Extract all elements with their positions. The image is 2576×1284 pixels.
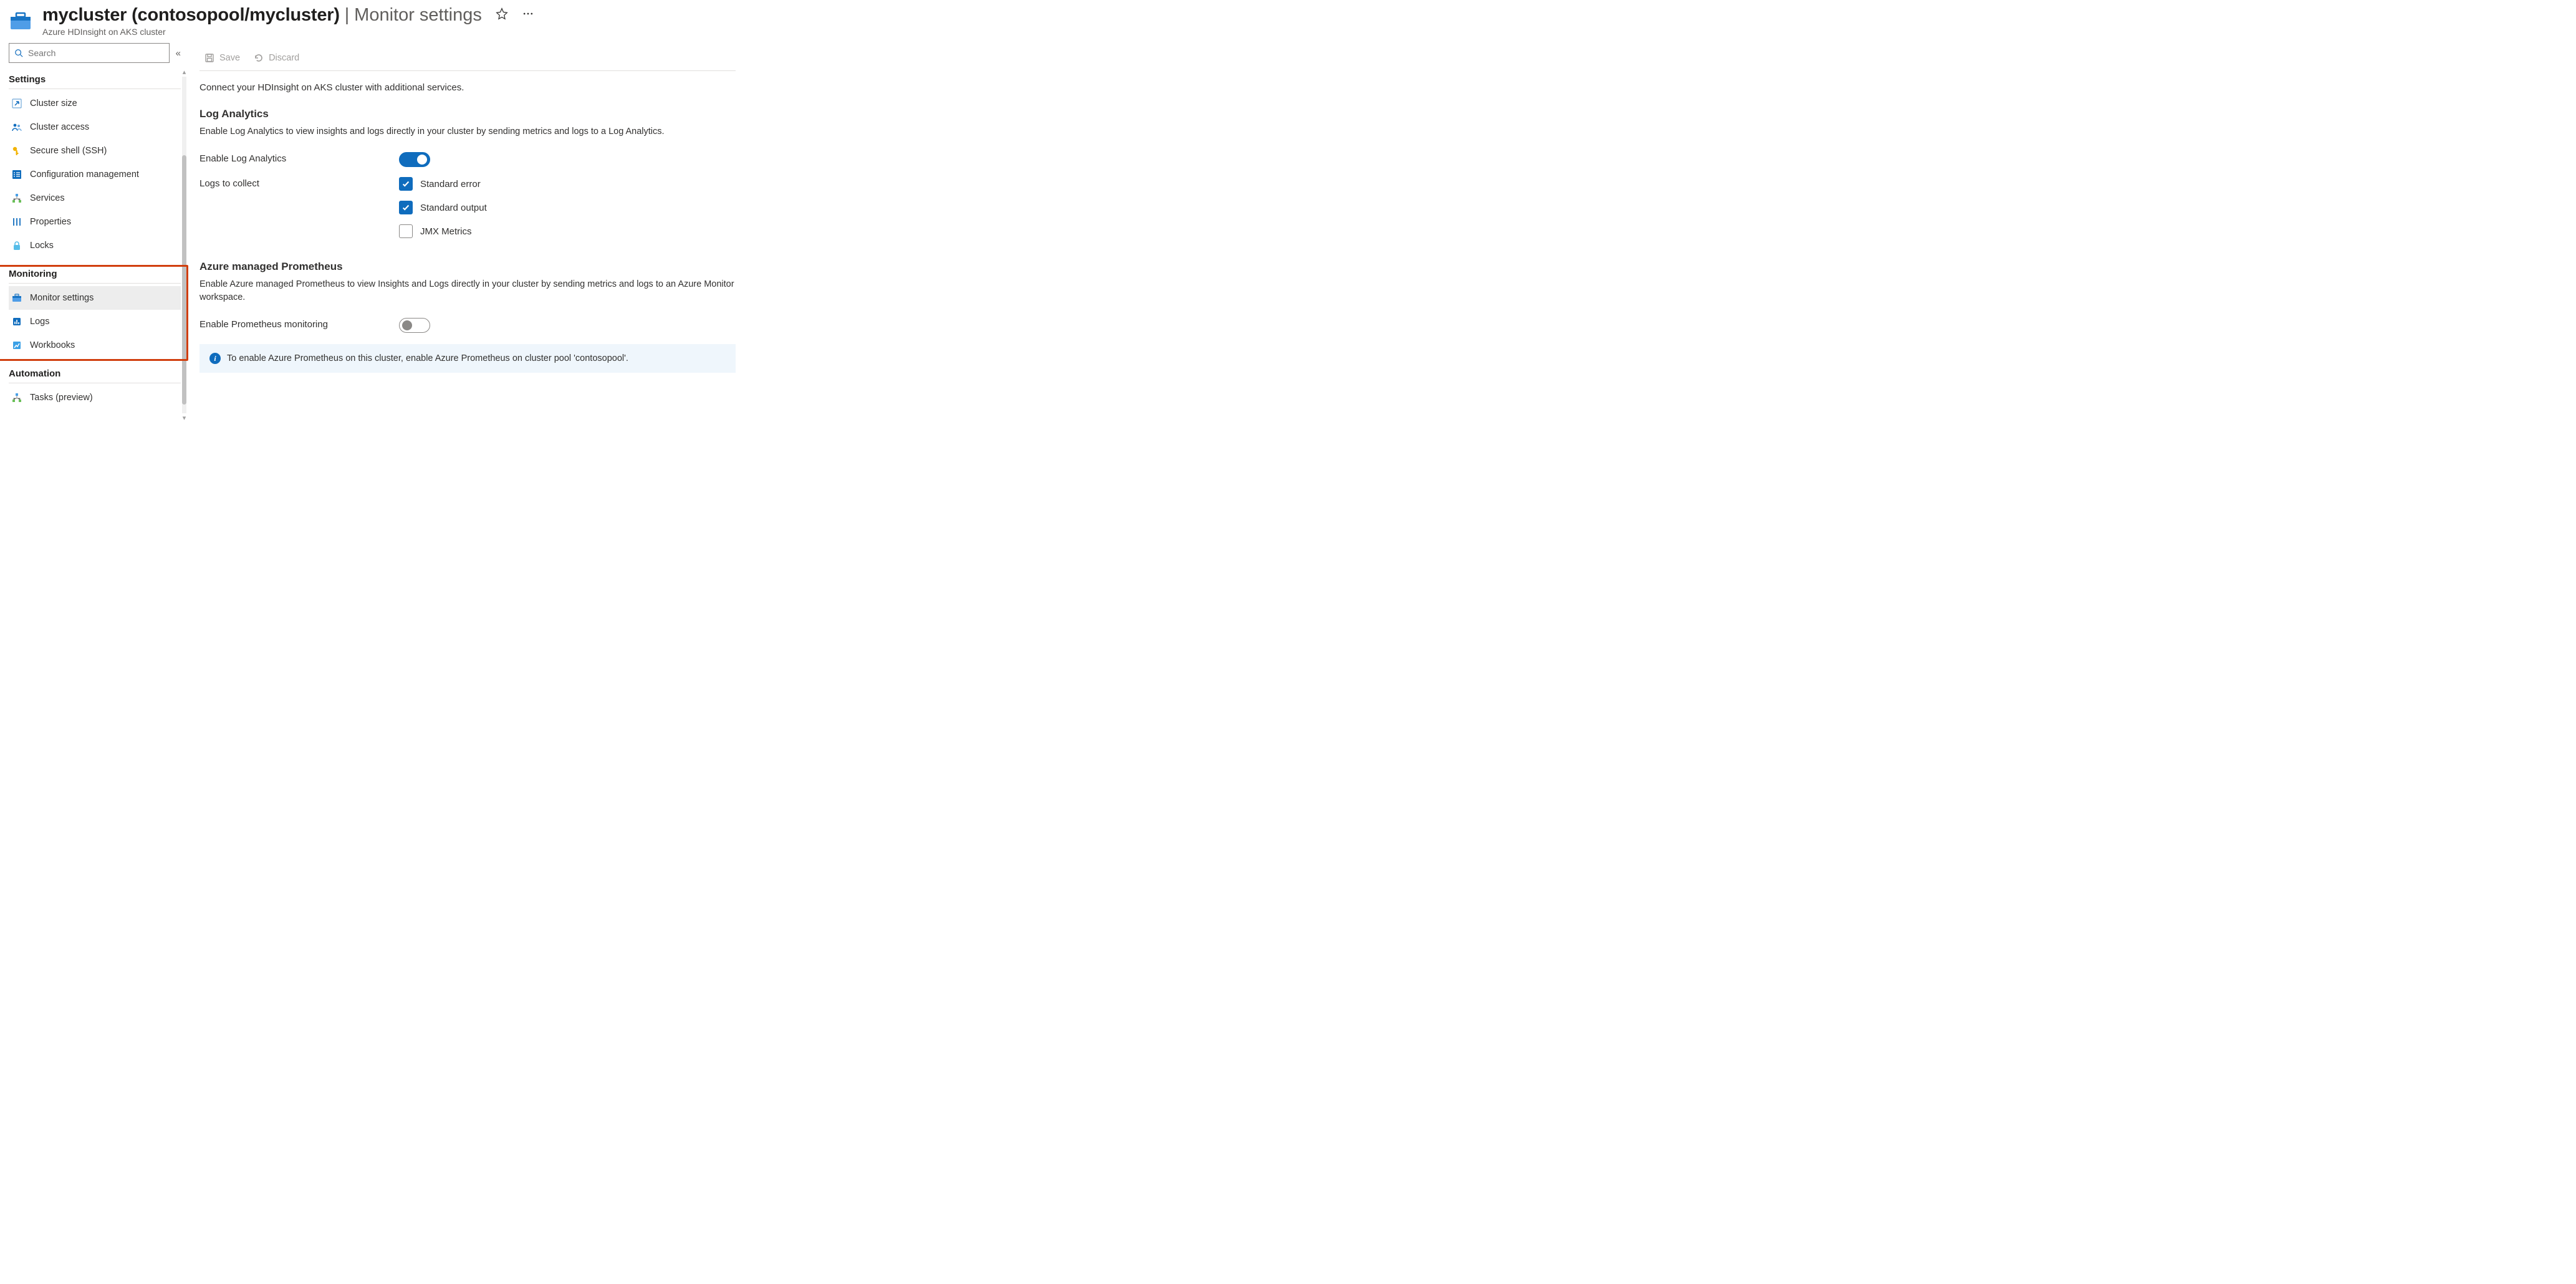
sidebar-item-tasks[interactable]: Tasks (preview) (9, 386, 181, 410)
properties-icon (11, 216, 22, 228)
enable-prometheus-label: Enable Prometheus monitoring (199, 318, 399, 330)
sidebar-item-logs[interactable]: Logs (9, 310, 181, 333)
checkbox-jmx-metrics[interactable]: JMX Metrics (399, 224, 736, 238)
more-icon[interactable] (522, 7, 534, 23)
sidebar-item-secure-shell[interactable]: Secure shell (SSH) (9, 139, 181, 163)
enable-log-analytics-label: Enable Log Analytics (199, 152, 399, 164)
sidebar-section-automation: Automation (9, 368, 181, 383)
logs-icon (11, 316, 22, 327)
collapse-sidebar-icon[interactable]: « (176, 48, 181, 59)
sidebar-item-services[interactable]: Services (9, 186, 181, 210)
sidebar: « ▴ ▾ Settings Cluster size Clust (0, 43, 187, 422)
main-content: Save Discard Connect your HDInsight on A… (187, 43, 761, 422)
sidebar-item-label: Workbooks (30, 340, 75, 350)
section-title-log-analytics: Log Analytics (199, 108, 736, 120)
checkbox-standard-output[interactable]: Standard output (399, 201, 736, 214)
sidebar-item-label: Locks (30, 241, 54, 251)
search-box[interactable] (9, 43, 170, 63)
monitor-settings-icon (11, 292, 22, 304)
sidebar-item-cluster-access[interactable]: Cluster access (9, 115, 181, 139)
tasks-icon (11, 392, 22, 403)
sidebar-item-label: Configuration management (30, 170, 139, 180)
cluster-access-icon (11, 122, 22, 133)
sidebar-item-label: Tasks (preview) (30, 393, 93, 403)
checkbox-standard-error[interactable]: Standard error (399, 177, 736, 191)
sidebar-item-monitor-settings[interactable]: Monitor settings (9, 286, 181, 310)
section-desc-log-analytics: Enable Log Analytics to view insights an… (199, 125, 736, 138)
section-title-prometheus: Azure managed Prometheus (199, 261, 736, 273)
cluster-size-icon (11, 98, 22, 109)
key-icon (11, 145, 22, 156)
page-title: mycluster (contosopool/mycluster) | Moni… (42, 5, 482, 26)
sidebar-section-monitoring: Monitoring (9, 269, 181, 284)
sidebar-item-workbooks[interactable]: Workbooks (9, 333, 181, 357)
discard-button[interactable]: Discard (254, 53, 299, 63)
sidebar-item-label: Logs (30, 317, 49, 327)
search-input[interactable] (27, 47, 164, 59)
workbooks-icon (11, 340, 22, 351)
lock-icon (11, 240, 22, 251)
logs-to-collect-label: Logs to collect (199, 177, 399, 189)
info-icon: i (209, 353, 221, 364)
enable-log-analytics-toggle[interactable] (399, 152, 430, 167)
favorite-icon[interactable] (496, 7, 508, 23)
sidebar-item-label: Cluster size (30, 98, 77, 108)
page-header: mycluster (contosopool/mycluster) | Moni… (0, 0, 2576, 43)
sidebar-item-configuration-management[interactable]: Configuration management (9, 163, 181, 186)
sidebar-item-label: Cluster access (30, 122, 89, 132)
sidebar-scrollbar[interactable]: ▴ ▾ (181, 68, 187, 422)
sidebar-item-locks[interactable]: Locks (9, 234, 181, 257)
intro-text: Connect your HDInsight on AKS cluster wi… (199, 82, 736, 93)
sidebar-item-cluster-size[interactable]: Cluster size (9, 92, 181, 115)
save-button[interactable]: Save (204, 53, 240, 63)
toolbar: Save Discard (199, 49, 736, 71)
sidebar-item-label: Secure shell (SSH) (30, 146, 107, 156)
breadcrumb: Azure HDInsight on AKS cluster (42, 27, 2567, 37)
services-icon (11, 193, 22, 204)
sidebar-item-label: Monitor settings (30, 293, 94, 303)
prometheus-info-box: i To enable Azure Prometheus on this clu… (199, 344, 736, 373)
search-icon (14, 49, 23, 57)
resource-icon (9, 9, 32, 32)
sidebar-item-label: Services (30, 193, 65, 203)
enable-prometheus-toggle[interactable] (399, 318, 430, 333)
sidebar-item-properties[interactable]: Properties (9, 210, 181, 234)
sidebar-section-settings: Settings (9, 74, 181, 89)
checklist-icon (11, 169, 22, 180)
sidebar-item-label: Properties (30, 217, 71, 227)
section-desc-prometheus: Enable Azure managed Prometheus to view … (199, 278, 736, 304)
